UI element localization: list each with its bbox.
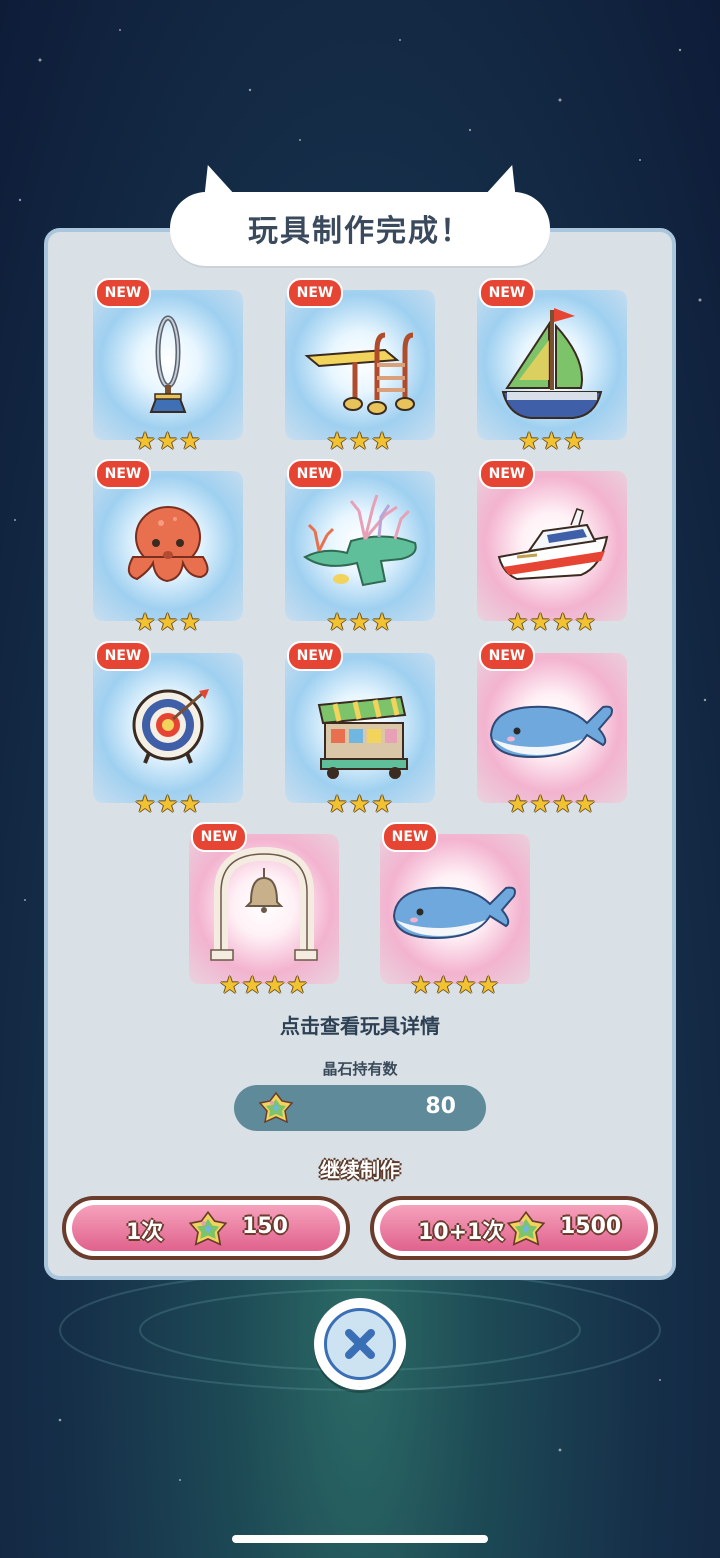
- toy-card-coral-reef[interactable]: NEW ★★★: [285, 459, 435, 635]
- craft-once-cost: 150: [242, 1214, 288, 1239]
- new-badge: NEW: [191, 822, 247, 852]
- craft-eleven-button[interactable]: 10+1次 1500: [370, 1196, 658, 1260]
- toy-card-diving-platform[interactable]: NEW ★★★: [285, 278, 435, 454]
- close-button[interactable]: [314, 1298, 406, 1390]
- craft-eleven-count: 10+1次: [418, 1220, 505, 1245]
- rainbow-crystal-icon: [506, 1210, 546, 1246]
- new-badge: NEW: [287, 641, 343, 671]
- rarity-stars: ★★★: [134, 608, 202, 636]
- whale-plush-toy-icon: [489, 705, 613, 759]
- rainbow-crystal-icon: [188, 1210, 228, 1246]
- toy-card-yacht[interactable]: NEW ★★★★: [477, 459, 627, 635]
- new-badge: NEW: [287, 278, 343, 308]
- diving-platform-toy-icon: [304, 332, 415, 415]
- ring-hoop-toy-icon: [149, 315, 187, 413]
- continue-making-label: 继续制作: [320, 1158, 400, 1182]
- rarity-stars: ★★★: [134, 790, 202, 818]
- crystal-balance-value: 80: [425, 1094, 456, 1119]
- toy-card-target-board[interactable]: NEW ★★★: [93, 641, 243, 817]
- toy-card-whale-plush[interactable]: NEW ★★★★: [380, 822, 530, 998]
- view-details-hint: 点击查看玩具详情: [280, 1014, 440, 1038]
- whale-plush-toy-icon: [392, 886, 516, 940]
- rarity-stars: ★★★: [326, 427, 394, 455]
- new-badge: NEW: [287, 459, 343, 489]
- new-badge: NEW: [95, 641, 151, 671]
- craft-eleven-cost: 1500: [560, 1214, 622, 1239]
- craft-once-button[interactable]: 1次 150: [62, 1196, 350, 1260]
- toy-card-octopus[interactable]: NEW ★★★: [93, 459, 243, 635]
- rarity-stars: ★★★★: [506, 608, 598, 636]
- new-badge: NEW: [95, 278, 151, 308]
- rarity-stars: ★★★: [518, 427, 586, 455]
- rarity-stars: ★★★★: [409, 971, 501, 999]
- toy-card-market-stall[interactable]: NEW ★★★: [285, 641, 435, 817]
- new-badge: NEW: [479, 459, 535, 489]
- octopus-toy-icon: [127, 506, 209, 583]
- home-indicator: [232, 1535, 488, 1543]
- bell-arch-toy-icon: [210, 846, 318, 961]
- coral-reef-toy-icon: [303, 494, 417, 587]
- yacht-toy-icon: [497, 508, 609, 581]
- toy-card-ring-hoop[interactable]: NEW ★★★: [93, 278, 243, 454]
- rarity-stars: ★★★: [326, 608, 394, 636]
- rarity-stars: ★★★★: [218, 971, 310, 999]
- rarity-stars: ★★★: [134, 427, 202, 455]
- target-board-toy-icon: [132, 689, 209, 764]
- toy-card-bell-arch[interactable]: NEW ★★★★: [189, 822, 339, 998]
- close-button-face: [324, 1308, 396, 1380]
- market-stall-toy-icon: [317, 695, 408, 779]
- sailboat-toy-icon: [501, 308, 603, 419]
- close-icon: [345, 1329, 375, 1359]
- rarity-stars: ★★★: [326, 790, 394, 818]
- new-badge: NEW: [95, 459, 151, 489]
- craft-once-count: 1次: [126, 1220, 164, 1245]
- toy-card-sailboat[interactable]: NEW ★★★: [477, 278, 627, 454]
- new-badge: NEW: [479, 278, 535, 308]
- dialog-title: 玩具制作完成！: [248, 214, 472, 249]
- crystal-held-label: 晶石持有数: [322, 1060, 398, 1078]
- new-badge: NEW: [479, 641, 535, 671]
- toy-card-whale-plush[interactable]: NEW ★★★★: [477, 641, 627, 817]
- rarity-stars: ★★★★: [506, 790, 598, 818]
- rainbow-crystal-icon: [258, 1091, 294, 1124]
- new-badge: NEW: [382, 822, 438, 852]
